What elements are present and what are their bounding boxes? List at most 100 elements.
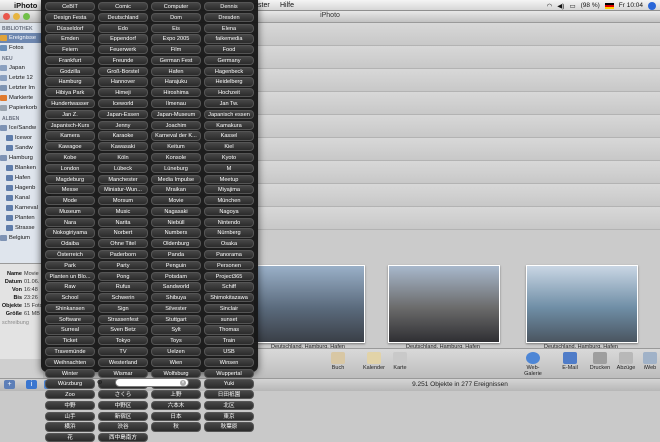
keyword-button[interactable]: Köln [98,152,148,163]
sidebar-item-folder-ice[interactable]: Ice/Sandw [0,123,42,133]
keyword-button[interactable]: Nagoya [204,206,254,217]
keyword-button[interactable]: Silvester [151,303,201,314]
keyword-button[interactable]: Yuki [204,379,254,389]
clear-search-icon[interactable]: × [180,380,186,386]
photo-thumbnail[interactable] [388,265,500,343]
keyword-button[interactable]: Meetup [204,174,254,184]
keyword-button[interactable]: Train [204,336,254,346]
keyword-button[interactable]: Winter [45,368,95,378]
keyword-button[interactable]: Japanisch-Kurs [45,120,95,130]
keyword-button[interactable]: Park [45,260,95,270]
card-button[interactable]: Karte [385,352,415,371]
keyword-button[interactable]: Potsdam [151,271,201,281]
info-button[interactable]: i [26,380,37,389]
sidebar-item-karneval[interactable]: Karneval [0,203,42,213]
keyword-button[interactable]: CeBIT [45,2,95,12]
keyword-button[interactable]: Rufus [98,282,148,292]
keyword-button[interactable]: Sandworld [151,282,201,292]
keyword-button[interactable]: Weihnachten [45,357,95,367]
sidebar-item-hagenbeck[interactable]: Hagenb [0,183,42,193]
keyword-button[interactable]: 花 [45,433,95,442]
keyword-button[interactable]: 六本木 [151,400,201,411]
volume-icon[interactable]: ◀) [557,2,564,10]
keyword-button[interactable]: Eis [151,23,201,33]
sidebar-item-strasse[interactable]: Strasse [0,223,42,233]
keyword-button[interactable]: Jan Z. [45,109,95,119]
keyword-button[interactable]: sunset [204,314,254,324]
keyword-button[interactable]: Germany [204,55,254,66]
keyword-button[interactable]: Österreich [45,249,95,260]
keyword-button[interactable]: Düsseldorf [45,23,95,33]
keyword-button[interactable]: 中野 [45,400,95,411]
keyword-button[interactable]: Deutschland [98,12,148,22]
keyword-button[interactable]: Design Festa [45,12,95,22]
keyword-button[interactable]: Elena [204,23,254,33]
keyword-button[interactable]: Jan Tw. [204,99,254,109]
keyword-button[interactable]: Karaoke [98,131,148,141]
keyword-button[interactable]: Niebüll [151,217,201,227]
keyword-button[interactable]: Odaiba [45,239,95,249]
keyword-button[interactable]: Zoo [45,390,95,400]
keyword-button[interactable]: 上野 [151,390,201,400]
sidebar-item-flagged[interactable]: Markierte [0,93,42,103]
keyword-button[interactable]: Museum [45,206,95,217]
keyword-button[interactable]: Kassel [204,131,254,141]
search-field[interactable]: × [115,378,189,387]
keyword-button[interactable]: Software [45,314,95,324]
keyword-button[interactable]: 西中島南方 [98,433,148,442]
keyword-button[interactable]: 中野区 [98,400,148,411]
keyword-button[interactable]: Frankfurt [45,55,95,66]
keyword-button[interactable]: Panorama [204,249,254,260]
sidebar-item-photos[interactable]: Fotos [0,43,42,53]
input-source-flag-icon[interactable] [604,2,614,9]
keyword-button[interactable]: Project365 [204,271,254,281]
keyword-button[interactable]: School [45,293,95,303]
keyword-button[interactable]: Wien [151,357,201,367]
sidebar-item-trash[interactable]: Papierkorb [0,103,42,113]
keyword-button[interactable]: Manchester [98,174,148,184]
keyword-button[interactable]: Feiern [45,45,95,55]
sidebar-item-events[interactable]: Ereignisse [0,33,42,43]
keyword-button[interactable]: Heidelberg [204,77,254,87]
keyword-button[interactable]: Kamera [45,131,95,141]
keyword-button[interactable]: Dresden [204,12,254,22]
sidebar-item-folder-hamburg[interactable]: Hamburg [0,153,42,163]
keyword-button[interactable]: Emden [45,34,95,44]
keyword-button[interactable]: Hafen [151,66,201,76]
keyword-button[interactable]: Nara [45,217,95,227]
keyword-filter-toggle[interactable]: ⊕ [97,378,102,386]
keyword-button[interactable]: Winsen [204,357,254,367]
info-value[interactable]: Movie [24,270,39,278]
keyword-button[interactable]: Lüneburg [151,163,201,173]
keyword-button[interactable]: Sylt [151,325,201,335]
keyword-button[interactable]: Mraikan [151,185,201,195]
spotlight-icon[interactable] [648,1,656,10]
keyword-button[interactable]: Wolfsburg [151,368,201,378]
keyword-button[interactable]: Edo [98,23,148,33]
sidebar-item-iceworld[interactable]: Icewor [0,133,42,143]
keyword-button[interactable]: Kawasaki [98,142,148,152]
keyword-button[interactable]: Strassenfest [98,314,148,324]
keyword-button[interactable]: Nokogiriyama [45,228,95,238]
keyword-button[interactable]: Hiroshima [151,88,201,98]
keyword-button[interactable]: Miyajima [204,185,254,195]
keyword-button[interactable]: Toys [151,336,201,346]
keyword-button[interactable]: Raw [45,282,95,292]
keyword-button[interactable]: 日本 [151,411,201,421]
keyword-button[interactable]: Norbert [98,228,148,238]
keyword-button[interactable]: Ticket [45,336,95,346]
add-button[interactable]: + [4,380,15,389]
keyword-button[interactable]: Kobe [45,152,95,163]
email-button[interactable]: E-Mail [555,352,585,371]
keyword-button[interactable]: TV [98,347,148,357]
keyword-button[interactable]: Kiel [204,142,254,152]
keyword-button[interactable]: Hundertwasser [45,99,95,109]
keyword-button[interactable]: Thomas [204,325,254,335]
menu-clock[interactable]: Fr 10:04 [619,2,643,9]
keyword-button[interactable]: Japan-Essen [98,109,148,119]
keyword-button[interactable]: Groß-Borstel [98,66,148,76]
sidebar-item-hafen[interactable]: Hafen [0,173,42,183]
photo-thumbnail[interactable] [253,265,365,343]
keyword-button[interactable]: Würzburg [45,379,95,389]
keyword-button[interactable]: Movie [151,196,201,206]
